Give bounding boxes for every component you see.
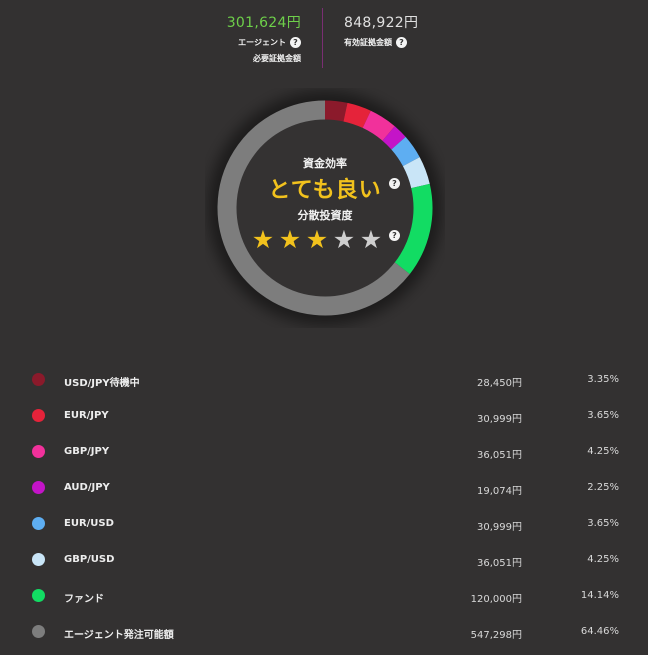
legend-row: GBP/USD 36,051円 4.25% <box>0 542 648 578</box>
legend-percent: 3.35% <box>587 374 619 385</box>
legend-percent: 2.25% <box>587 482 619 493</box>
star-icon: ★ <box>305 225 329 254</box>
allocation-legend: USD/JPY待機中 28,450円 3.35% EUR/JPY 30,999円 3.65… <box>0 362 648 650</box>
help-icon[interactable]: ? <box>290 37 301 48</box>
diversification-label: 分散投資度 <box>297 209 353 222</box>
legend-percent: 3.65% <box>587 518 619 529</box>
donut-center: 資金効率 とても良い ? 分散投資度 ★ ★ ★ ★ ★ ? <box>205 88 445 328</box>
legend-name: GBP/JPY <box>64 446 110 457</box>
legend-color-dot <box>32 553 45 566</box>
agent-label-row: エージェント ? <box>181 37 301 48</box>
legend-color-dot <box>32 373 45 386</box>
legend-row: AUD/JPY 19,074円 2.25% <box>0 470 648 506</box>
legend-row: エージェント発注可能額 547,298円 64.46% <box>0 614 648 650</box>
agent-margin-block: 301,624円 エージェント ? 必要証拠金額 <box>181 12 301 64</box>
legend-amount: 30,999円 <box>477 522 522 533</box>
help-icon[interactable]: ? <box>396 37 407 48</box>
legend-amount: 36,051円 <box>477 450 522 461</box>
legend-amount: 19,074円 <box>477 486 522 497</box>
legend-name: GBP/USD <box>64 554 115 565</box>
agent-label: エージェント <box>238 38 286 47</box>
legend-name: AUD/JPY <box>64 482 110 493</box>
valid-margin-label: 有効証拠金額 <box>344 38 392 47</box>
diversification-stars: ★ ★ ★ ★ ★ <box>251 227 383 252</box>
star-icon: ★ <box>278 225 302 254</box>
star-icon: ★ <box>359 225 383 254</box>
valid-margin-amount: 848,922円 <box>344 15 419 31</box>
legend-row: EUR/JPY 30,999円 3.65% <box>0 398 648 434</box>
legend-name: EUR/USD <box>64 518 114 529</box>
legend-color-dot <box>32 445 45 458</box>
legend-name: EUR/JPY <box>64 410 109 421</box>
legend-color-dot <box>32 589 45 602</box>
help-icon[interactable]: ? <box>389 178 400 189</box>
legend-percent: 64.46% <box>580 626 619 637</box>
agent-required-margin-label: 必要証拠金額 <box>253 54 301 63</box>
agent-required-margin-amount: 301,624円 <box>226 15 301 31</box>
legend-row: USD/JPY待機中 28,450円 3.35% <box>0 362 648 398</box>
legend-row: ファンド 120,000円 14.14% <box>0 578 648 614</box>
legend-amount: 547,298円 <box>470 630 522 641</box>
legend-percent: 4.25% <box>587 554 619 565</box>
legend-row: GBP/JPY 36,051円 4.25% <box>0 434 648 470</box>
legend-row: EUR/USD 30,999円 3.65% <box>0 506 648 542</box>
legend-name: USD/JPY待機中 <box>64 378 140 389</box>
valid-label-row: 有効証拠金額 ? <box>344 37 484 48</box>
legend-percent: 3.65% <box>587 410 619 421</box>
legend-color-dot <box>32 409 45 422</box>
margin-summary: 301,624円 エージェント ? 必要証拠金額 848,922円 有効証拠金額… <box>0 0 648 70</box>
summary-divider <box>322 8 323 68</box>
legend-color-dot <box>32 517 45 530</box>
legend-amount: 28,450円 <box>477 378 522 389</box>
legend-name: エージェント発注可能額 <box>64 630 174 641</box>
legend-amount: 30,999円 <box>477 414 522 425</box>
efficiency-label: 資金効率 <box>303 157 347 170</box>
star-icon: ★ <box>251 225 275 254</box>
help-icon[interactable]: ? <box>389 230 400 241</box>
star-icon: ★ <box>332 225 356 254</box>
legend-color-dot <box>32 481 45 494</box>
valid-margin-block: 848,922円 有効証拠金額 ? <box>344 12 484 48</box>
allocation-donut-chart: 資金効率 とても良い ? 分散投資度 ★ ★ ★ ★ ★ ? <box>205 88 445 328</box>
efficiency-value: とても良い <box>268 178 382 203</box>
legend-color-dot <box>32 625 45 638</box>
legend-percent: 14.14% <box>580 590 619 601</box>
legend-percent: 4.25% <box>587 446 619 457</box>
legend-amount: 36,051円 <box>477 558 522 569</box>
legend-amount: 120,000円 <box>470 594 522 605</box>
legend-name: ファンド <box>64 594 104 605</box>
